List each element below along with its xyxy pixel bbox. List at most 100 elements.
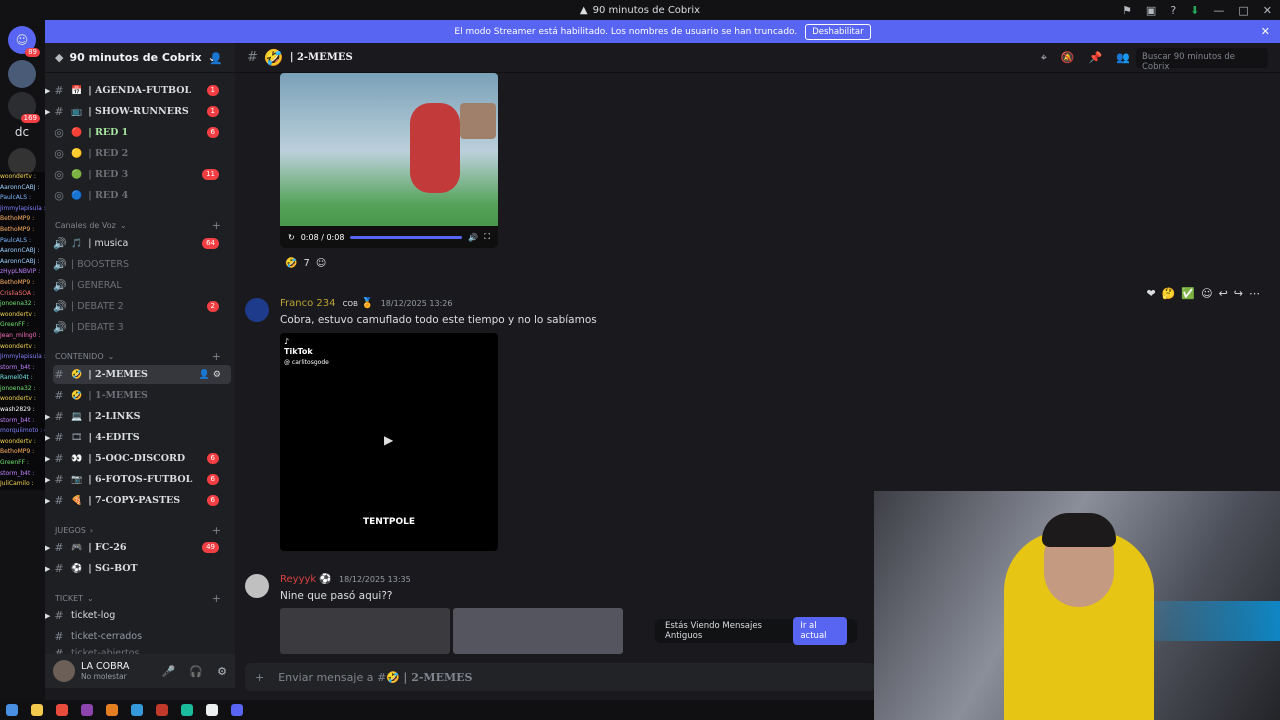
message-input[interactable]: Enviar mensaje a #🤣 | 2-MEMES <box>278 671 472 684</box>
inbox-icon[interactable]: ⚑ <box>1122 4 1132 17</box>
channel-boosters[interactable]: 🔊 | BOOSTERS <box>53 255 231 274</box>
app-icon[interactable] <box>206 704 218 716</box>
radio-icon: ◎ <box>54 189 64 202</box>
message-composer[interactable]: + Enviar mensaje a #🤣 | 2-MEMES <box>245 663 875 691</box>
window-controls: ⚑ ▣ ? ⬇ — □ ✕ <box>1122 0 1272 20</box>
chrome-icon[interactable] <box>56 704 68 716</box>
add-channel-icon[interactable]: + <box>212 350 221 363</box>
channel-fc-26[interactable]: ▶ # 🎮 | FC-26 49 <box>45 538 231 557</box>
gear-icon[interactable]: ⚙ <box>217 665 227 678</box>
volume-icon[interactable]: 🔊 <box>468 233 478 242</box>
channel-agenda-futbol[interactable]: ▶ # 📅 | AGENDA-FUTBOL 1 <box>45 81 231 100</box>
laughing-emoji-icon[interactable]: 🤣 <box>285 258 297 269</box>
discord-icon: ☺ <box>15 33 29 47</box>
thinking-reaction-icon[interactable]: 🤔 <box>1162 287 1176 300</box>
channel-6-fotos-futbol[interactable]: ▶ # 📷 | 6-FOTOS-FUTBOL 6 <box>45 470 231 489</box>
pin-icon[interactable]: 📌 <box>1089 51 1103 65</box>
reaction-count: 7 <box>303 258 310 269</box>
microphone-icon[interactable]: 🎤 <box>162 665 176 678</box>
avatar[interactable] <box>53 660 75 682</box>
app-icon[interactable] <box>181 704 193 716</box>
screen-share-icon[interactable]: ▣ <box>1146 4 1156 17</box>
add-channel-icon[interactable]: + <box>212 524 221 537</box>
channel-musica[interactable]: 🔊 🎵 | musica 64 <box>53 234 231 253</box>
forward-icon[interactable]: ↪ <box>1234 287 1243 300</box>
invite-icon[interactable]: 👤 <box>209 52 223 65</box>
channel-red-4[interactable]: ◎ 🔵 | RED 4 <box>53 186 231 205</box>
folder-icon[interactable] <box>31 704 43 716</box>
channel-debate-3[interactable]: 🔊 | DEBATE 3 <box>53 318 231 337</box>
add-reaction-icon[interactable]: ☺ <box>316 258 326 269</box>
category-content[interactable]: CONTENIDO ⌄ + <box>55 349 231 363</box>
app-icon[interactable] <box>106 704 118 716</box>
member-list-icon[interactable]: 👥 <box>1116 51 1130 65</box>
add-channel-icon[interactable]: + <box>212 219 221 232</box>
channel-ticket-cerrados[interactable]: # ticket-cerrados <box>53 627 231 646</box>
threads-icon[interactable]: ⌖ <box>1041 51 1047 65</box>
tiktok-embed[interactable]: ♪ TikTok @ carlitosgode ▶ TENTPOLE <box>280 333 498 551</box>
channel-2-links[interactable]: ▶ # 💻 | 2-LINKS <box>45 407 231 426</box>
jump-to-present-button[interactable]: Ir al actual <box>793 617 847 645</box>
headphones-icon[interactable]: 🎧 <box>189 665 203 678</box>
channel-1-memes[interactable]: # 🤣 | 1-MEMES <box>53 386 231 405</box>
avatar[interactable] <box>245 574 269 598</box>
channel-ticket-log[interactable]: ▶ # ticket-log <box>45 606 231 625</box>
start-icon[interactable] <box>6 704 18 716</box>
channel-red-1[interactable]: ◎ 🔴 | RED 16 <box>53 123 231 142</box>
channel-red-3[interactable]: ◎ 🟢 | RED 3 11 <box>53 165 231 184</box>
fullscreen-icon[interactable]: ⛶ <box>484 232 490 242</box>
channel-show-runners[interactable]: ▶ # 📺 | SHOW-RUNNERS 1 <box>45 102 231 121</box>
channel-red-2[interactable]: ◎ 🟡 | RED 2 <box>53 144 231 163</box>
more-icon[interactable]: ⋯ <box>1249 287 1260 300</box>
channel-debate-2[interactable]: 🔊 | DEBATE 22 <box>53 297 231 316</box>
notification-mute-icon[interactable]: 🔕 <box>1061 51 1075 65</box>
minimize-button[interactable]: — <box>1213 4 1224 17</box>
image-thumbnail[interactable] <box>453 608 623 654</box>
replay-icon[interactable]: ↻ <box>288 233 295 242</box>
heart-reaction-icon[interactable]: ❤ <box>1146 287 1155 300</box>
chevron-down-icon: ⌄ <box>87 593 94 603</box>
channel-5-ooc-discord[interactable]: ▶ # 👀 | 5-OOC-DISCORD 6 <box>45 449 231 468</box>
add-reaction-icon[interactable]: ☺ <box>1201 287 1212 300</box>
hash-icon: # <box>54 541 64 554</box>
channel-general[interactable]: 🔊 | GENERAL <box>53 276 231 295</box>
discord-icon[interactable] <box>231 704 243 716</box>
message-time: 18/12/2025 13:35 <box>339 575 411 584</box>
green-circle-icon: 🟢 <box>71 169 83 180</box>
server-icon[interactable]: 169 <box>8 92 40 123</box>
guild-header[interactable]: ◆ 90 minutos de Cobrix ⌄ 👤 <box>45 43 235 73</box>
play-icon[interactable]: ▶ <box>384 433 393 447</box>
avatar[interactable] <box>245 298 269 322</box>
close-button[interactable]: ✕ <box>1263 4 1272 17</box>
video-embed[interactable]: ↻ 0:08 / 0:08 🔊 ⛶ <box>280 73 498 248</box>
channel-4-edits[interactable]: ▶ # 🎞 | 4-EDITS <box>45 428 231 447</box>
server-icon[interactable]: dc <box>8 118 36 146</box>
image-thumbnail[interactable] <box>280 608 450 654</box>
reply-icon[interactable]: ↩ <box>1219 287 1228 300</box>
category-ticket[interactable]: TICKET ⌄ + <box>55 591 231 605</box>
check-reaction-icon[interactable]: ✅ <box>1181 287 1195 300</box>
help-icon[interactable]: ? <box>1170 4 1176 17</box>
channel-sg-bot[interactable]: ▶ # ⚽ | SG-BOT <box>45 559 231 578</box>
disable-streamer-button[interactable]: Deshabilitar <box>805 23 871 40</box>
close-icon[interactable]: ✕ <box>1261 25 1270 38</box>
category-games[interactable]: JUEGOS › + <box>55 523 231 537</box>
video-progress-bar[interactable] <box>350 235 463 239</box>
channel-7-copy-pastes[interactable]: ▶ # 🍕 | 7-COPY-PASTES 6 <box>45 491 231 510</box>
channel-sidebar: ◆ 90 minutos de Cobrix ⌄ 👤 ▶ # 📅 | AGENDA-F… <box>45 43 235 688</box>
category-voice[interactable]: Canales de Voz ⌄ + <box>55 218 231 232</box>
browser-icon[interactable] <box>131 704 143 716</box>
hash-icon: # <box>54 431 64 444</box>
maximize-button[interactable]: □ <box>1238 4 1248 17</box>
server-icon[interactable] <box>8 60 36 88</box>
search-input[interactable]: Buscar 90 minutos de Cobrix <box>1136 47 1268 72</box>
server-icon[interactable]: ☺ 89 <box>8 26 40 57</box>
settings-icon[interactable]: 👤 ⚙ <box>199 370 221 380</box>
plus-icon[interactable]: + <box>255 671 264 684</box>
soccer-ball-icon: ⚽ <box>71 563 83 574</box>
channel-2-memes[interactable]: # 🤣 | 2-MEMES 👤 ⚙ <box>53 365 231 384</box>
app-icon[interactable] <box>156 704 168 716</box>
app-icon[interactable] <box>81 704 93 716</box>
download-icon[interactable]: ⬇ <box>1190 4 1199 17</box>
add-channel-icon[interactable]: + <box>212 592 221 605</box>
